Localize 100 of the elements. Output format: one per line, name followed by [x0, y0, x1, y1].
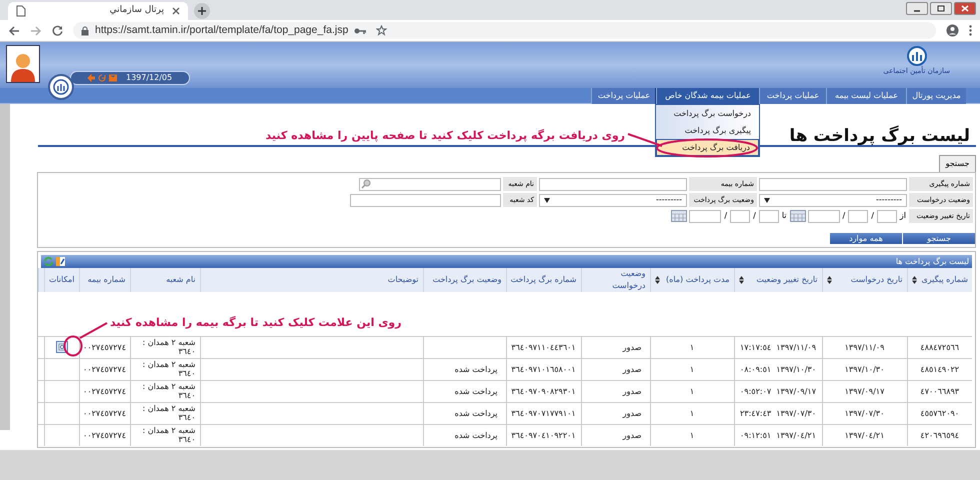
text-field[interactable] — [350, 194, 501, 206]
leader-line — [80, 322, 108, 339]
table-cell: ١٣٩٧/١٠/٣٠ ٠٨:٠٩:٥١ — [740, 364, 816, 374]
menu-item[interactable]: مدیریت پورتال — [906, 88, 966, 104]
menu-item[interactable]: عملیات لیست بیمه — [826, 88, 906, 104]
table-cell: پرداخت شده — [454, 364, 498, 374]
column-header[interactable]: توضیحات — [200, 268, 423, 292]
page-icon — [16, 5, 26, 17]
highlight-ellipse — [64, 336, 82, 356]
close-button[interactable] — [954, 2, 976, 15]
select-field[interactable]: --------- — [539, 194, 687, 206]
table-cell-text: شعبه ٢ همدان : ٣٦٤٠ — [141, 404, 196, 422]
table-cell: ٣٦٤٠٩٧٠٤١٠٩٢٢٠١ — [511, 430, 576, 440]
column-header[interactable]: وضعیت درخواست — [581, 268, 650, 292]
text-field[interactable] — [876, 210, 897, 222]
text-field[interactable] — [689, 210, 722, 222]
column-header[interactable]: نام شعبه — [130, 268, 200, 292]
all-button[interactable]: همه موارد — [829, 233, 902, 244]
table-cell: ٤٥٥٧٦٢٠٩٠ — [920, 408, 960, 418]
reload-icon — [52, 25, 63, 36]
field-label: تا — [780, 210, 788, 222]
search-tab[interactable]: جستجو — [939, 155, 976, 172]
menu-item[interactable]: عملیات بیمه شدگان خاص — [656, 88, 759, 104]
column-header[interactable]: تاریخ درخواست — [822, 268, 907, 292]
table-cell: ٣٦٤٠٩٧٠٩٠٨٢٩٣٠١ — [511, 386, 576, 396]
table-cell: صدور — [622, 386, 642, 396]
text-field[interactable] — [758, 210, 779, 222]
table-cell-text: شعبه ٢ همدان : ٣٦٤٠ — [141, 360, 196, 378]
column-header[interactable]: امکانات — [44, 268, 79, 292]
lock-icon — [81, 26, 89, 36]
table-cell: ٠٠٢٧٤٥٧٢٧٤ — [83, 430, 126, 440]
menu-item[interactable]: عملیات پرداخت — [591, 88, 656, 104]
column-header[interactable]: مدت پرداخت (ماه) — [650, 268, 734, 292]
table-cell: صدور — [622, 342, 642, 352]
field-label: از — [898, 210, 907, 222]
column-header[interactable]: وضعیت برگ پرداخت — [423, 268, 506, 292]
table-cell: پرداخت شده — [454, 430, 498, 440]
star-icon — [376, 25, 388, 36]
maximize-icon — [937, 5, 945, 12]
leader-line — [628, 133, 662, 147]
table-cell: ٣٦٤٠٩٧٠٧١٧٧٩١٠١ — [511, 408, 576, 418]
table-cell: ١ — [690, 386, 694, 396]
table-cell: ٤٨٥١٤٩٠٢٢ — [920, 364, 960, 374]
column-header[interactable]: شماره پیگیری — [907, 268, 972, 292]
address-field[interactable]: https://samt.tamin.ir/portal/template/fa/top_page_fa.jsp — [73, 22, 936, 39]
header-date: 1397/12/05 — [126, 72, 172, 84]
table-cell: ٤٨٨٤٧٢٥٦٦ — [920, 342, 960, 352]
table-cell: ١٣٩٧/٠٩/١٧ ٠٩:٥٢:٠٧ — [740, 386, 816, 396]
more-icon — [969, 25, 972, 36]
menu-item[interactable]: عملیات پرداخت — [759, 88, 826, 104]
dropdown-arrow-icon — [544, 198, 550, 202]
table-cell: پرداخت شده — [454, 386, 498, 396]
table-cell-text: شعبه ٢ همدان : ٣٦٤٠ — [141, 338, 196, 356]
refresh-icon — [98, 74, 106, 82]
table-cell: ١٣٩٧/١١/٠٩ ١٧:١٧:٥٤ — [740, 342, 816, 352]
search-button[interactable]: جستجو — [902, 233, 975, 244]
table-cell: ١ — [690, 430, 694, 440]
text-field[interactable] — [808, 210, 840, 222]
select-field[interactable]: --------- — [759, 194, 907, 206]
table-cell: صدور — [622, 430, 642, 440]
account-icon — [946, 24, 959, 37]
search-icon — [361, 179, 371, 189]
text-field[interactable] — [730, 210, 750, 222]
minimize-button[interactable] — [906, 2, 928, 15]
text-field[interactable] — [759, 178, 907, 190]
table-cell: صدور — [622, 408, 642, 418]
table-cell: ٣٦٤٠٩٧١١٠٤٤٣٦٠١ — [511, 342, 576, 352]
table-cell: ٠٠٢٧٤٥٧٢٧٤ — [83, 364, 126, 374]
back-icon — [8, 26, 20, 36]
calendar-icon — [790, 210, 806, 222]
column-header[interactable]: شماره بیمه — [79, 268, 130, 292]
table-cell: ١٣٩٧/٠٧/٣٠ ٢٣:٤٧:٤٣ — [740, 408, 816, 418]
table-cell-text: شعبه ٢ همدان : ٣٦٤٠ — [141, 426, 196, 444]
table-cell: ١٣٩٧/١١/٠٩ — [844, 342, 884, 352]
calendar-icon — [671, 210, 688, 222]
maximize-button[interactable] — [930, 2, 952, 15]
new-tab-button[interactable] — [194, 3, 210, 19]
table-cell: پرداخت شده — [454, 408, 498, 418]
browser-tab[interactable]: پرتال سازماني — [8, 2, 188, 20]
tab-title: پرتال سازماني — [108, 4, 164, 18]
table-cell: ٣٦٤٠٩٧١٠١٦٥٨٠٠١ — [511, 364, 576, 374]
arrow-icon — [87, 74, 95, 82]
mail-icon — [109, 74, 117, 82]
field-label: / — [723, 210, 728, 222]
text-field[interactable] — [848, 210, 868, 222]
dropdown-arrow-icon — [764, 198, 770, 202]
search-field[interactable] — [359, 178, 501, 190]
forward-icon — [30, 26, 42, 36]
avatar-icon — [6, 45, 40, 83]
text-field[interactable] — [539, 178, 687, 190]
table-cell: ٠٠٢٧٤٥٧٢٧٤ — [83, 342, 126, 352]
column-header[interactable]: شماره برگ پرداخت — [506, 268, 581, 292]
table-cell: صدور — [622, 364, 642, 374]
table-cell: ١٣٩٧/٠٧/٣٠ — [844, 408, 884, 418]
table-cell: ٠٠٢٧٤٥٧٢٧٤ — [83, 386, 126, 396]
column-header[interactable]: تاریخ تغییر وضعیت — [734, 268, 822, 292]
table-cell: ٠٠٢٧٤٥٧٢٧٤ — [83, 408, 126, 418]
table-cell: ١٣٩٧/٠٤/٢١ ٠٩:١٢:٥١ — [740, 430, 816, 440]
table-cell: ١ — [690, 408, 694, 418]
annotation-text: روی دریافت برگه پرداخت کلیک کنید تا صفحه پایین را مشاهده کنید — [266, 128, 625, 144]
